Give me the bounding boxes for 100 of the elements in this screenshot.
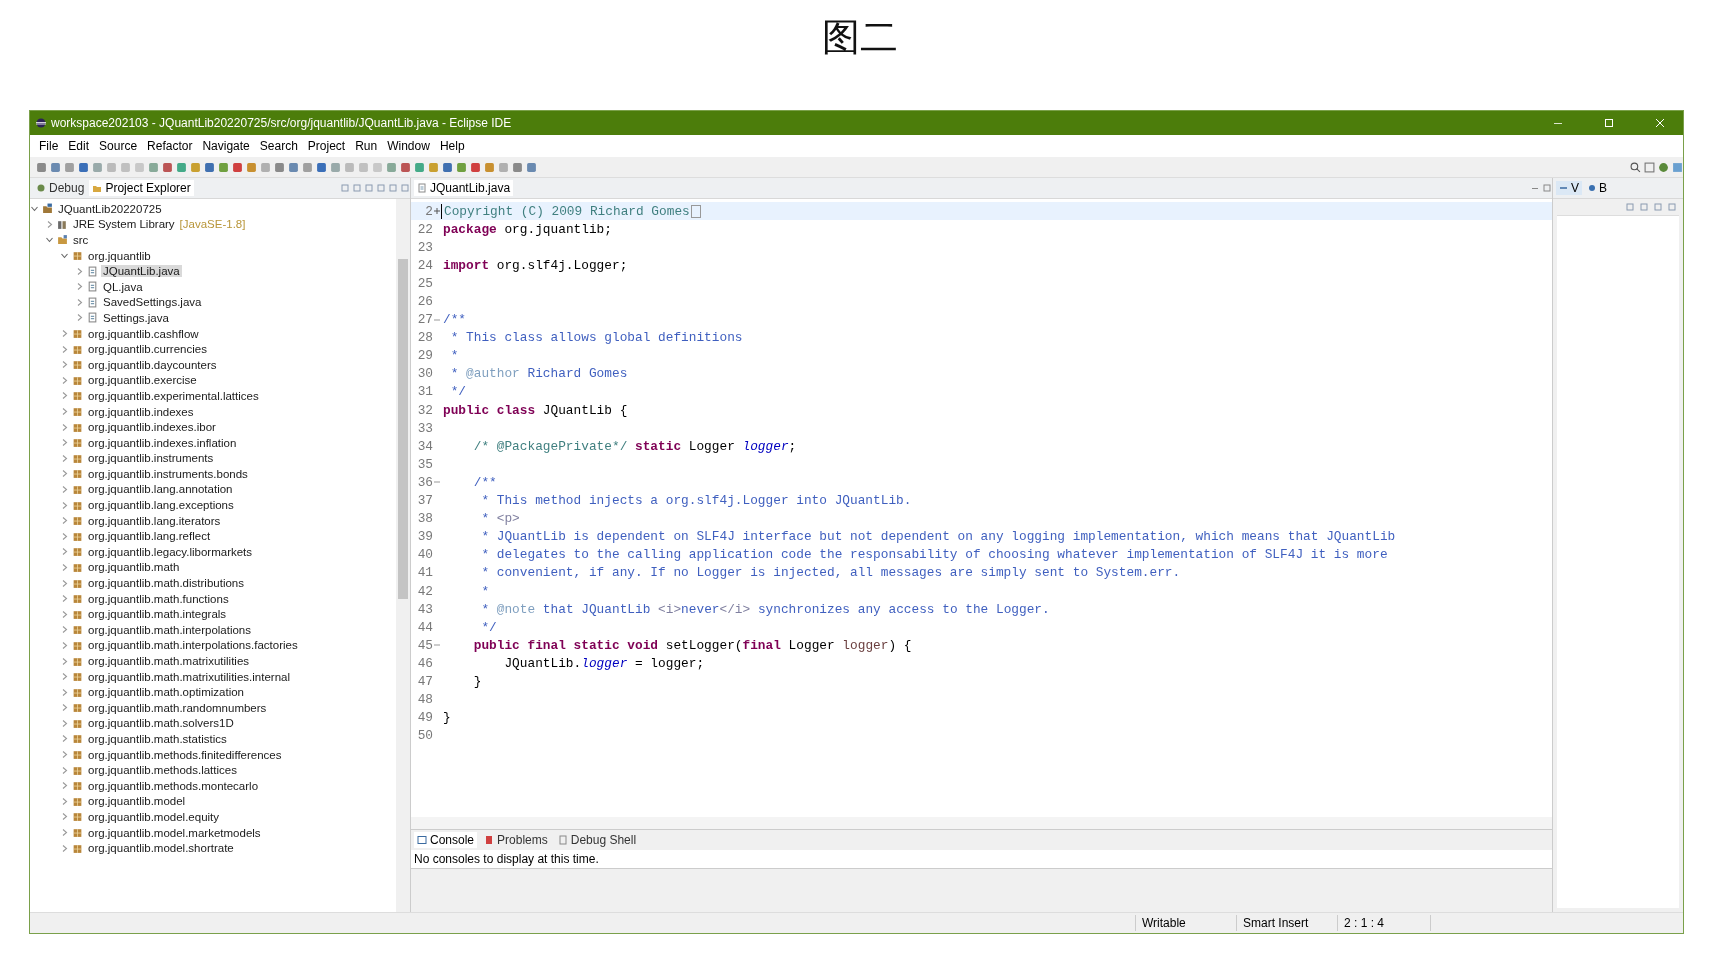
scrollbar[interactable] bbox=[411, 817, 1552, 829]
toolbar-icon[interactable] bbox=[386, 161, 397, 173]
tree-item[interactable]: org.jquantlib.exercise bbox=[86, 374, 199, 387]
toolbar-icon[interactable] bbox=[218, 161, 229, 173]
toolbar-icon[interactable] bbox=[316, 161, 327, 173]
toolbar-icon[interactable] bbox=[456, 161, 467, 173]
menu-item[interactable]: Search bbox=[254, 137, 303, 155]
toolbar-icon[interactable] bbox=[232, 161, 243, 173]
maximize-icon[interactable] bbox=[1542, 183, 1552, 193]
tree-item[interactable]: Settings.java bbox=[101, 311, 171, 324]
tree-item[interactable]: org.jquantlib.math.interpolations.factories bbox=[86, 639, 300, 652]
tree-item[interactable]: org.jquantlib.lang.annotation bbox=[86, 483, 235, 496]
tree-item[interactable]: org.jquantlib.cashflow bbox=[86, 327, 201, 340]
toolbar-icon[interactable] bbox=[64, 161, 75, 173]
toolbar-icon[interactable] bbox=[204, 161, 215, 173]
tree-item[interactable]: org.jquantlib.model.shortrate bbox=[86, 842, 236, 855]
tree-item[interactable]: org.jquantlib.math.functions bbox=[86, 592, 231, 605]
search-icon[interactable] bbox=[1630, 161, 1641, 173]
toolbar-icon[interactable] bbox=[148, 161, 159, 173]
tree-item[interactable]: JQuantLib20220725 bbox=[56, 202, 164, 215]
tree-item[interactable]: org.jquantlib.instruments bbox=[86, 452, 216, 465]
tree-item[interactable]: org.jquantlib.daycounters bbox=[86, 358, 219, 371]
toolbar-icon[interactable] bbox=[442, 161, 453, 173]
collapse-fold-icon[interactable] bbox=[434, 642, 440, 649]
panel-tab[interactable]: Project Explorer bbox=[89, 180, 194, 196]
perspective-icon[interactable] bbox=[1644, 161, 1655, 173]
collapse-fold-icon[interactable] bbox=[434, 479, 440, 486]
toolbar-icon[interactable] bbox=[78, 161, 89, 173]
menu-item[interactable]: Project bbox=[302, 137, 351, 155]
toolbar-icon[interactable] bbox=[162, 161, 173, 173]
tree-item[interactable]: src bbox=[71, 234, 91, 246]
toolbar-icon[interactable] bbox=[498, 161, 509, 173]
tree-item[interactable]: org.jquantlib.math.matrixutilities bbox=[86, 655, 252, 667]
toolbar-icon[interactable] bbox=[330, 161, 341, 173]
tree-item[interactable]: org.jquantlib.currencies bbox=[86, 343, 209, 356]
toolbar-icon[interactable] bbox=[302, 161, 313, 173]
tree-item[interactable]: org.jquantlib.math.statistics bbox=[86, 733, 229, 745]
menu-item[interactable]: Edit bbox=[63, 137, 95, 155]
toolbar-icon[interactable] bbox=[512, 161, 523, 173]
panel-tab[interactable]: Problems bbox=[481, 832, 551, 848]
tree-item[interactable]: org.jquantlib.math.solvers1D bbox=[86, 717, 236, 730]
panel-tab[interactable]: V bbox=[1556, 181, 1582, 195]
tree-item[interactable]: org.jquantlib.methods.finitedifferences bbox=[86, 748, 284, 761]
debug-icon[interactable] bbox=[1658, 161, 1669, 173]
tree-item[interactable]: org.jquantlib.lang.reflect bbox=[86, 530, 213, 543]
panel-tab[interactable]: B bbox=[1584, 181, 1611, 195]
toolbar-icon[interactable] bbox=[414, 161, 425, 173]
toolbar-icon[interactable] bbox=[526, 161, 537, 173]
scrollbar[interactable] bbox=[396, 199, 410, 912]
tree-item[interactable]: org.jquantlib.math.optimization bbox=[86, 686, 246, 699]
toolbar-icon[interactable] bbox=[176, 161, 187, 173]
java-icon[interactable] bbox=[1672, 161, 1683, 173]
tree-item[interactable]: JRE System Library bbox=[71, 218, 177, 231]
tree-item[interactable]: org.jquantlib bbox=[86, 249, 153, 262]
tree-item[interactable]: org.jquantlib.math.interpolations bbox=[86, 623, 254, 636]
close-icon[interactable] bbox=[1655, 118, 1665, 128]
panel-tab[interactable]: Debug bbox=[33, 180, 88, 196]
menu-item[interactable]: Window bbox=[382, 137, 435, 155]
menu-item[interactable]: Refactor bbox=[142, 137, 198, 155]
panel-tab[interactable]: Console bbox=[414, 832, 478, 848]
menu-item[interactable]: File bbox=[34, 137, 64, 155]
toolbar-icon[interactable] bbox=[50, 161, 61, 173]
menu-item[interactable]: Source bbox=[94, 137, 143, 155]
tree-item[interactable]: org.jquantlib.experimental.lattices bbox=[86, 389, 261, 402]
tree-item[interactable]: org.jquantlib.indexes bbox=[86, 405, 196, 418]
menu-item[interactable]: Navigate bbox=[197, 137, 255, 155]
editor-tab[interactable]: JQuantLib.java bbox=[414, 180, 514, 196]
tree-item[interactable]: org.jquantlib.methods.lattices bbox=[86, 764, 239, 777]
toolbar-icon[interactable] bbox=[428, 161, 439, 173]
toolbar-icon[interactable] bbox=[92, 161, 103, 173]
tree-item[interactable]: org.jquantlib.indexes.ibor bbox=[86, 421, 218, 434]
tree-item[interactable]: JQuantLib.java bbox=[101, 265, 182, 278]
tree-item[interactable]: org.jquantlib.math.distributions bbox=[86, 577, 246, 590]
tree-item[interactable]: org.jquantlib.lang.iterators bbox=[86, 514, 223, 527]
toolbar-icon[interactable] bbox=[400, 161, 411, 173]
toolbar-icon[interactable] bbox=[470, 161, 481, 173]
tree-item[interactable]: org.jquantlib.model bbox=[86, 795, 188, 808]
tree-item[interactable]: org.jquantlib.math.integrals bbox=[86, 608, 229, 621]
tree-item[interactable]: SavedSettings.java bbox=[101, 296, 204, 309]
expand-fold-icon[interactable] bbox=[434, 208, 440, 215]
tree-item[interactable]: org.jquantlib.math bbox=[86, 561, 182, 574]
toolbar-icon[interactable] bbox=[246, 161, 257, 173]
tree-item[interactable]: org.jquantlib.model.marketmodels bbox=[86, 826, 263, 839]
tree-item[interactable]: org.jquantlib.lang.exceptions bbox=[86, 499, 236, 512]
tree-item[interactable]: org.jquantlib.model.equity bbox=[86, 810, 222, 823]
toolbar-icon[interactable] bbox=[484, 161, 495, 173]
toolbar-icon[interactable] bbox=[274, 161, 285, 173]
menu-item[interactable]: Help bbox=[434, 137, 470, 155]
toolbar-icon[interactable] bbox=[36, 161, 47, 173]
tree-item[interactable]: org.jquantlib.indexes.inflation bbox=[86, 436, 239, 449]
collapse-fold-icon[interactable] bbox=[434, 316, 440, 323]
tree-item[interactable]: org.jquantlib.methods.montecarlo bbox=[86, 779, 261, 792]
menu-item[interactable]: Run bbox=[350, 137, 383, 155]
tree-item[interactable]: org.jquantlib.instruments.bonds bbox=[86, 467, 250, 480]
tree-item[interactable]: QL.java bbox=[101, 280, 145, 293]
toolbar-icon[interactable] bbox=[288, 161, 299, 173]
panel-tab[interactable]: Debug Shell bbox=[554, 832, 640, 848]
tree-item[interactable]: org.jquantlib.math.matrixutilities.internal bbox=[86, 670, 292, 683]
folded-block-marker[interactable] bbox=[690, 204, 701, 218]
tree-item[interactable]: org.jquantlib.math.randomnumbers bbox=[86, 701, 269, 714]
